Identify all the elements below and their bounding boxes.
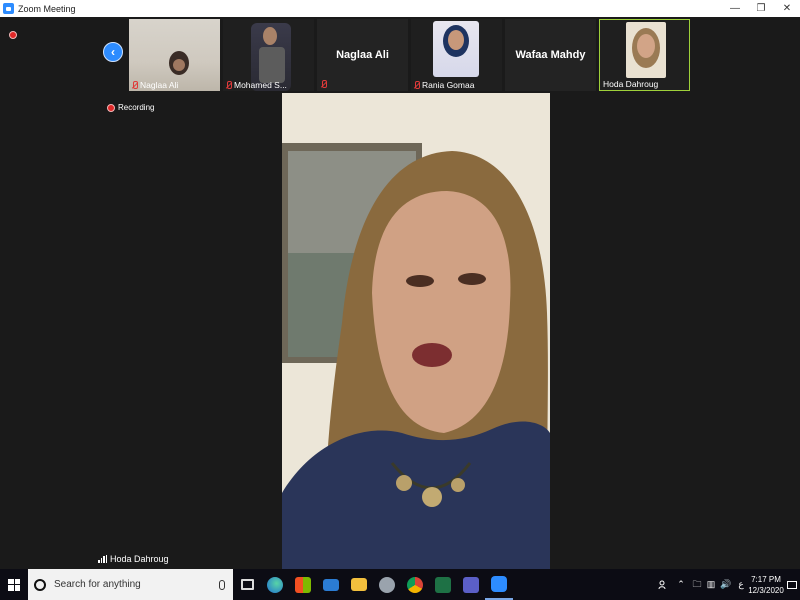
pendant — [451, 478, 465, 492]
windows-logo-icon — [8, 578, 20, 591]
participant-tile[interactable]: Naglaa Ali — [317, 19, 408, 91]
chrome-icon — [407, 576, 423, 593]
mail-button[interactable] — [317, 569, 345, 600]
edge-icon — [267, 576, 283, 593]
chrome-button[interactable] — [401, 569, 429, 600]
taskbar-search[interactable]: Search for anything — [28, 569, 233, 600]
participant-video — [448, 30, 464, 50]
search-icon — [34, 578, 46, 591]
participant-tile[interactable]: Rania Gomaa — [411, 19, 502, 91]
edge-button[interactable] — [261, 569, 289, 600]
file-explorer-button[interactable] — [345, 569, 373, 600]
store-icon — [295, 576, 311, 593]
volume-icon[interactable]: 🔊 — [718, 569, 734, 600]
excel-icon — [435, 576, 451, 593]
participant-tile-active[interactable]: Hoda Dahroug — [599, 19, 690, 91]
participant-name: Rania Gomaa — [413, 80, 474, 90]
window-title: Zoom Meeting — [18, 3, 76, 14]
zoom-taskbar-button[interactable] — [485, 569, 513, 600]
mouth — [412, 343, 452, 367]
language-indicator[interactable]: ع — [734, 569, 748, 600]
chevron-left-icon: ‹ — [111, 45, 115, 59]
speaker-name: Hoda Dahroug — [110, 554, 169, 564]
mail-icon — [323, 578, 339, 591]
eye-left — [406, 275, 434, 287]
microphone-icon[interactable] — [219, 579, 225, 590]
network-icon[interactable]: 🗀 — [690, 569, 704, 600]
close-button[interactable]: ✕ — [774, 0, 800, 17]
teams-icon — [463, 576, 479, 593]
teams-button[interactable] — [457, 569, 485, 600]
signal-icon — [98, 555, 107, 563]
store-button[interactable] — [289, 569, 317, 600]
excel-button[interactable] — [429, 569, 457, 600]
mic-muted-icon — [225, 80, 232, 90]
window-controls: — ❐ ✕ — [722, 0, 800, 17]
mic-muted-icon — [320, 80, 327, 89]
app-button[interactable] — [373, 569, 401, 600]
search-placeholder: Search for anything — [54, 579, 141, 590]
windows-taskbar: Search for anything ⌃ 🗀 ▥ 🔊 ع 7:17 PM 12… — [0, 569, 800, 600]
clock-date: 12/3/2020 — [748, 585, 784, 595]
participant-tile[interactable]: Wafaa Mahdy — [505, 19, 596, 91]
recording-label: Recording — [118, 103, 155, 112]
recording-indicator-icon — [9, 31, 17, 39]
participant-name: Mohamed S... — [225, 80, 287, 90]
participant-name: Hoda Dahroug — [603, 79, 659, 89]
participant-tile[interactable]: Naglaa Ali — [129, 19, 220, 91]
speaker-name-tag: Hoda Dahroug — [98, 554, 169, 564]
eye-right — [458, 273, 486, 285]
active-speaker-video — [282, 93, 550, 569]
restore-button[interactable]: ❐ — [748, 0, 774, 17]
people-icon[interactable] — [654, 569, 672, 600]
wifi-icon[interactable]: ▥ — [704, 569, 718, 600]
pendant — [422, 487, 442, 507]
notification-icon[interactable] — [784, 580, 800, 589]
clock[interactable]: 7:17 PM 12/3/2020 — [748, 574, 784, 596]
system-tray: ⌃ 🗀 ▥ 🔊 ع 7:17 PM 12/3/2020 — [654, 569, 800, 600]
zoom-icon — [491, 575, 507, 592]
meeting-window: ‹ Naglaa Ali Mohamed S... Naglaa Ali Ran… — [0, 17, 800, 569]
participant-tile[interactable]: Mohamed S... — [223, 19, 314, 91]
pendant — [396, 475, 412, 491]
recording-status[interactable]: Recording — [107, 103, 154, 112]
app-icon — [379, 576, 395, 593]
speaker-video-frame — [282, 93, 550, 569]
minimize-button[interactable]: — — [722, 0, 748, 17]
zoom-logo-icon — [3, 3, 14, 14]
participant-name: Naglaa Ali — [131, 80, 178, 90]
folder-icon — [351, 578, 367, 591]
start-button[interactable] — [0, 569, 28, 600]
chevron-up-icon[interactable]: ⌃ — [672, 569, 690, 600]
participant-video — [637, 34, 655, 58]
title-bar: Zoom Meeting — ❐ ✕ — [0, 0, 800, 17]
participant-video — [259, 47, 285, 83]
task-view-icon — [240, 579, 254, 590]
participant-video — [173, 59, 185, 71]
gallery-prev-button[interactable]: ‹ — [103, 42, 123, 62]
task-view-button[interactable] — [233, 569, 261, 600]
participant-name: Wafaa Mahdy — [515, 49, 586, 61]
gallery-strip: Naglaa Ali Mohamed S... Naglaa Ali Rania… — [129, 19, 690, 91]
people-glyph — [658, 580, 666, 589]
mic-muted-icon — [413, 80, 420, 90]
record-icon — [107, 103, 115, 112]
participant-name: Naglaa Ali — [336, 49, 389, 61]
mic-muted-icon — [131, 80, 138, 90]
notification-glyph — [787, 580, 797, 589]
clock-time: 7:17 PM — [751, 574, 781, 584]
participant-video — [263, 27, 277, 45]
